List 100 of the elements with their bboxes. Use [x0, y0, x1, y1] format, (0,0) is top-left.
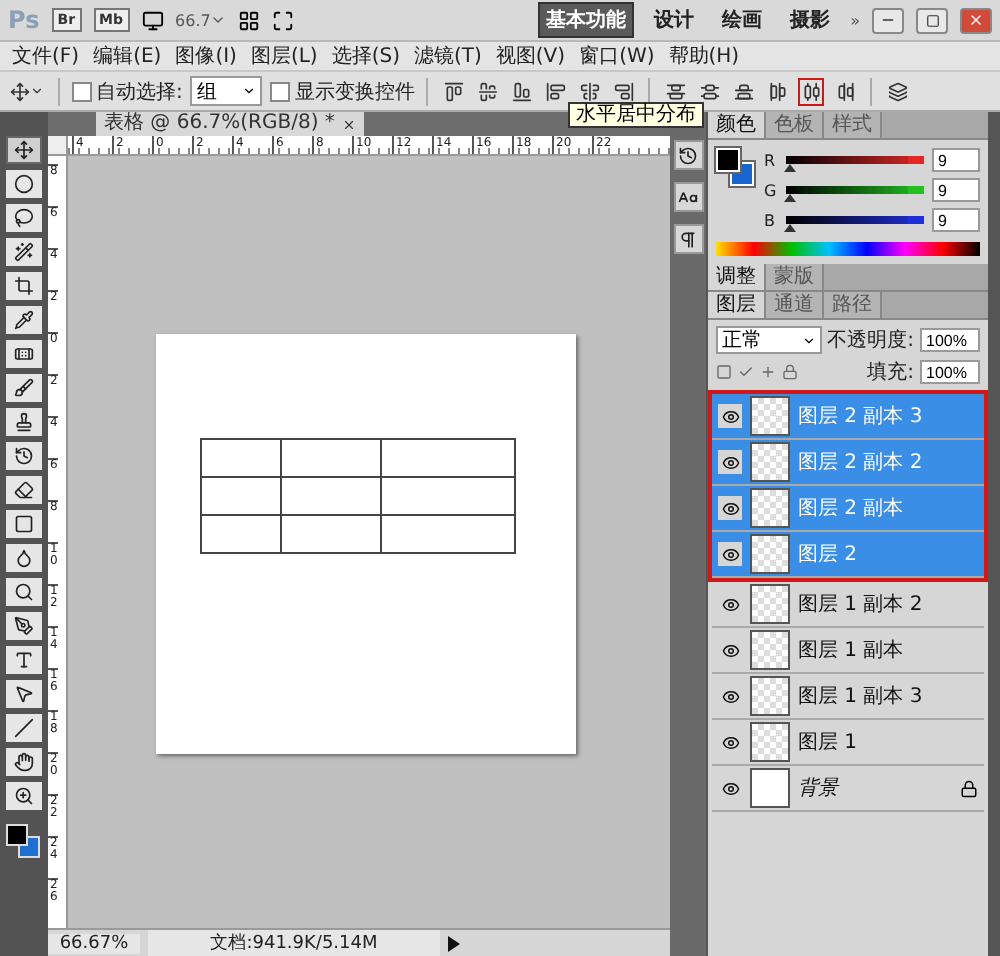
arrange-icon[interactable]	[238, 9, 261, 31]
align-right-icon[interactable]	[610, 77, 637, 105]
opacity-field[interactable]: 100%	[920, 328, 980, 352]
workspace-button[interactable]: 摄影	[782, 2, 839, 38]
document-tab[interactable]: 表格 @ 66.7%(RGB/8) *	[96, 112, 365, 136]
caret-icon	[242, 84, 257, 98]
layer-row[interactable]: 背景	[712, 766, 984, 812]
workspace-button[interactable]: 绘画	[714, 2, 771, 38]
droplet-icon[interactable]	[6, 544, 42, 572]
align-center-icon[interactable]	[576, 77, 603, 105]
menu-item[interactable]: 选择(S)	[331, 42, 400, 70]
show-transform-checkbox[interactable]: 显示变换控件	[270, 77, 415, 105]
panel-tab[interactable]: 路径	[824, 292, 882, 318]
slider-thumb[interactable]	[784, 224, 797, 232]
target-dropdown[interactable]: 组	[190, 76, 263, 106]
panel-tab[interactable]: 调整	[708, 264, 766, 290]
eye-icon[interactable]	[718, 496, 742, 520]
menu-item[interactable]: 图层(L)	[250, 42, 318, 70]
paragraph-icon[interactable]	[673, 224, 703, 254]
workspace-button[interactable]: 基本功能	[538, 2, 635, 38]
lasso-icon[interactable]	[6, 204, 42, 232]
bandage-icon[interactable]	[6, 340, 42, 368]
ellipse-select-icon[interactable]	[6, 170, 42, 198]
workspace-button[interactable]: 设计	[646, 2, 703, 38]
hand-icon[interactable]	[6, 748, 42, 776]
magic-wand-icon[interactable]	[6, 238, 42, 266]
close-icon[interactable]	[342, 117, 357, 131]
align-middle-icon[interactable]	[474, 77, 501, 105]
align-top-icon[interactable]	[440, 77, 467, 105]
panel-tab[interactable]: 通道	[766, 292, 824, 318]
character-icon[interactable]	[673, 182, 703, 212]
layer-row[interactable]: 图层 1 副本 3	[712, 674, 984, 720]
color-swatches-icon[interactable]	[716, 148, 752, 184]
menu-item[interactable]: 帮助(H)	[668, 42, 740, 70]
move-tool-preset-button[interactable]	[8, 77, 46, 105]
blend-mode-dropdown[interactable]: 正常	[716, 326, 822, 354]
slider-thumb[interactable]	[784, 164, 797, 172]
zoom-dropdown[interactable]: 66.7	[175, 11, 227, 29]
channel-value-field[interactable]: 9	[932, 208, 980, 232]
auto-select-checkbox[interactable]: 自动选择:	[72, 77, 183, 105]
menu-item[interactable]: 窗口(W)	[579, 42, 655, 70]
layer-name: 背景	[798, 775, 842, 802]
menu-item[interactable]: 图像(I)	[175, 42, 237, 70]
eraser-icon[interactable]	[6, 476, 42, 504]
layer-name: 图层 1 副本	[798, 637, 906, 664]
fill-label: 填充:	[867, 359, 914, 386]
lock-position-icon[interactable]	[760, 364, 776, 380]
channel-value-field[interactable]: 9	[932, 178, 980, 202]
color-swatches-icon[interactable]	[6, 824, 42, 856]
layer-row[interactable]: 图层 1	[712, 720, 984, 766]
minimize-button[interactable]	[872, 7, 904, 33]
history-brush-icon[interactable]	[6, 442, 42, 470]
panel-tab[interactable]: 蒙版	[766, 264, 824, 290]
view-icon[interactable]	[141, 9, 164, 31]
lock-pixels-icon[interactable]	[716, 364, 732, 380]
text-tool-icon[interactable]	[6, 646, 42, 674]
eye-icon[interactable]	[718, 450, 742, 474]
panel-tab[interactable]: 样式	[824, 112, 882, 138]
menu-item[interactable]: 编辑(E)	[93, 42, 162, 70]
menu-item[interactable]: 滤镜(T)	[413, 42, 482, 70]
history-icon[interactable]	[673, 140, 703, 170]
eye-icon[interactable]	[718, 542, 742, 566]
slider-thumb[interactable]	[784, 194, 797, 202]
layer-thumbnail	[750, 396, 790, 436]
search-icon[interactable]	[6, 578, 42, 606]
layer-name: 图层 1	[798, 730, 860, 756]
layer-thumbnail	[750, 630, 790, 670]
layer-row[interactable]: 图层 1 副本 2	[712, 582, 984, 628]
zoom-field[interactable]: 66.67%	[48, 933, 140, 953]
align-bottom-icon[interactable]	[508, 77, 535, 105]
stamp-icon[interactable]	[6, 408, 42, 436]
auto-align-icon[interactable]	[884, 77, 911, 105]
caret-icon	[801, 333, 816, 347]
channel-value-field[interactable]: 9	[932, 148, 980, 172]
zoom-icon[interactable]	[6, 782, 42, 810]
lock-all-icon[interactable]	[782, 364, 798, 380]
app-logo: Ps	[8, 6, 40, 34]
panel-tab[interactable]: 颜色	[708, 112, 766, 138]
lock-check-icon[interactable]	[738, 364, 754, 380]
eyedropper-icon[interactable]	[6, 306, 42, 334]
color-spectrum[interactable]	[716, 242, 980, 256]
menu-item[interactable]: 文件(F)	[12, 42, 80, 70]
eye-icon[interactable]	[718, 404, 742, 428]
distribute-horizontal-center-icon[interactable]	[798, 77, 825, 105]
restore-button[interactable]	[916, 7, 948, 33]
brush-icon[interactable]	[6, 374, 42, 402]
align-left-icon[interactable]	[542, 77, 569, 105]
move-tool-icon[interactable]	[6, 136, 42, 164]
more-workspaces-button[interactable]: »	[850, 11, 860, 29]
layer-row[interactable]: 图层 1 副本	[712, 628, 984, 674]
fill-field[interactable]: 100%	[920, 360, 980, 384]
screen-mode-icon[interactable]	[272, 9, 295, 31]
play-icon[interactable]	[448, 935, 460, 951]
pointer-icon[interactable]	[6, 680, 42, 708]
menu-item[interactable]: 视图(V)	[495, 42, 566, 70]
panel-tab[interactable]: 色板	[766, 112, 824, 138]
close-button[interactable]	[960, 7, 992, 33]
pen-icon[interactable]	[6, 612, 42, 640]
crop-icon[interactable]	[6, 272, 42, 300]
panel-tab[interactable]: 图层	[708, 292, 766, 318]
